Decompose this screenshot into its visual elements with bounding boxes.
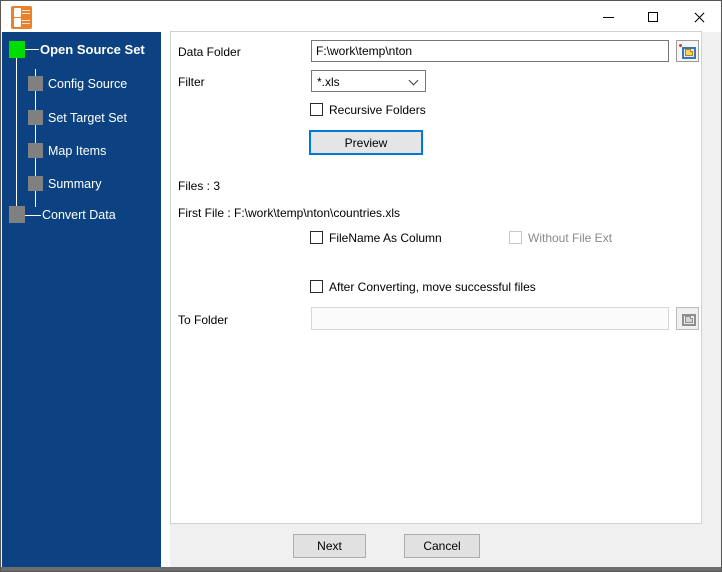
- minimize-button[interactable]: [591, 1, 625, 32]
- filter-dropdown-value: *.xls: [317, 75, 340, 89]
- filename-as-column-checkbox[interactable]: [310, 231, 323, 244]
- sidebar-item-open-source-set: Open Source Set: [40, 42, 145, 57]
- tree-line-open-source: [25, 49, 39, 50]
- preview-button[interactable]: Preview: [309, 130, 423, 155]
- to-folder-label: To Folder: [178, 313, 229, 327]
- sidebar-item-summary: Summary: [48, 177, 102, 191]
- filter-label: Filter: [178, 75, 205, 89]
- wizard-steps-sidebar: Open Source Set Config Source Set Target…: [2, 32, 161, 568]
- recursive-folders-checkbox[interactable]: [310, 103, 323, 116]
- folder-icon-disabled: [679, 311, 696, 326]
- data-folder-label: Data Folder: [178, 45, 241, 59]
- minimize-icon: [603, 17, 614, 18]
- step-square-set-target-set: [28, 110, 43, 125]
- source-settings-panel: Data Folder Filter *.xls Recursive Folde…: [170, 31, 702, 524]
- chevron-down-icon: [408, 75, 419, 86]
- cancel-button[interactable]: Cancel: [404, 534, 480, 558]
- step-square-summary: [28, 176, 43, 191]
- sidebar-item-map-items: Map Items: [48, 144, 107, 158]
- title-bar: [1, 1, 721, 32]
- first-file-text: First File : F:\work\temp\nton\countries…: [178, 206, 401, 220]
- data-folder-browse-button[interactable]: [676, 40, 699, 62]
- sidebar-item-set-target-set: Set Target Set: [48, 111, 127, 125]
- filter-dropdown[interactable]: *.xls: [311, 70, 426, 92]
- files-count-text: Files : 3: [178, 179, 221, 193]
- without-file-ext-label: Without File Ext: [528, 231, 613, 245]
- close-button[interactable]: [682, 1, 716, 32]
- sidebar-item-config-source: Config Source: [48, 77, 128, 91]
- sidebar-item-convert-data: Convert Data: [42, 208, 116, 222]
- sidebar-panel-gap: [161, 32, 170, 568]
- to-folder-browse-button: [676, 307, 699, 330]
- move-successful-files-label: After Converting, move successful files: [329, 280, 536, 294]
- maximize-button[interactable]: [636, 1, 670, 32]
- filename-as-column-label: FileName As Column: [329, 231, 442, 245]
- wizard-window: Open Source Set Config Source Set Target…: [0, 0, 722, 572]
- step-square-config-source: [28, 76, 43, 91]
- recursive-folders-label: Recursive Folders: [329, 103, 426, 117]
- move-successful-files-checkbox[interactable]: [310, 280, 323, 293]
- step-square-open-source-set: [9, 41, 25, 58]
- window-bottom-edge: [1, 567, 721, 571]
- without-file-ext-checkbox: [509, 231, 522, 244]
- folder-icon: [679, 43, 696, 59]
- tree-line-root: [16, 57, 17, 215]
- next-button[interactable]: Next: [293, 534, 366, 558]
- data-folder-input[interactable]: [311, 40, 669, 62]
- step-square-map-items: [28, 143, 43, 158]
- step-square-convert-data: [9, 206, 25, 223]
- maximize-icon: [648, 12, 658, 22]
- tree-line-convert: [25, 215, 41, 216]
- to-folder-input: [311, 307, 669, 330]
- app-icon: [11, 6, 32, 29]
